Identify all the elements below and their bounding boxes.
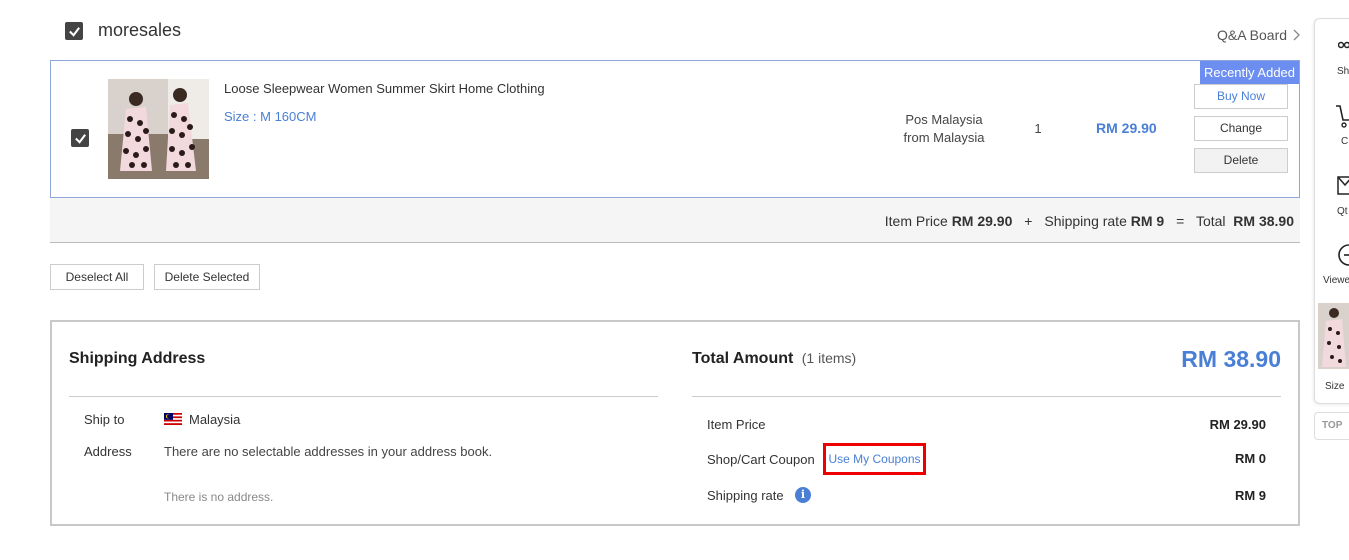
delete-selected-button[interactable]: Delete Selected	[154, 264, 260, 290]
summary-equals: =	[1176, 213, 1185, 229]
delete-button[interactable]: Delete	[1194, 148, 1288, 173]
malaysia-flag-icon	[164, 413, 182, 425]
item-price: RM 29.90	[1096, 120, 1157, 136]
address-label: Address	[84, 444, 132, 459]
shipping-method: Pos Malaysia from Malaysia	[884, 111, 1004, 147]
side-label-cart[interactable]: C	[1341, 136, 1348, 147]
shop-name: moresales	[98, 20, 182, 40]
product-image	[108, 79, 209, 179]
product-title[interactable]: Loose Sleepwear Women Summer Skirt Home …	[224, 81, 545, 96]
summary-total: RM 38.90	[1233, 213, 1294, 229]
item-price-value: RM 29.90	[1209, 417, 1266, 432]
side-label-share[interactable]: Sh	[1337, 66, 1349, 77]
divider	[69, 396, 658, 397]
summary-plus: +	[1024, 213, 1033, 229]
info-icon[interactable]: i	[795, 487, 811, 503]
no-address-note: There is no address.	[164, 490, 274, 504]
coupon-value: RM 0	[1234, 451, 1266, 466]
check-icon	[74, 133, 86, 144]
address-message: There are no selectable addresses in you…	[164, 444, 493, 459]
shipping-rate-value: RM 9	[1234, 488, 1266, 503]
cart-icon[interactable]	[1336, 104, 1349, 130]
shipping-carrier: Pos Malaysia	[905, 112, 983, 127]
buy-now-button[interactable]: Buy Now	[1194, 84, 1288, 109]
shipping-origin: from Malaysia	[903, 130, 985, 145]
coupon-label: Shop/Cart Coupon	[707, 452, 815, 467]
shipping-rate-label: Shipping rate	[707, 488, 784, 503]
summary-item-price: RM 29.90	[951, 213, 1013, 229]
history-icon[interactable]	[1337, 242, 1349, 268]
shipping-address-heading: Shipping Address	[69, 350, 206, 367]
total-amount-title: Total Amount	[692, 350, 794, 367]
chevron-right-icon	[1293, 29, 1300, 41]
share-icon[interactable]	[1338, 40, 1349, 50]
summary-total-label: Total	[1195, 213, 1226, 229]
qa-board-link[interactable]: Q&A Board	[1217, 27, 1300, 43]
ship-to-country: Malaysia	[189, 412, 241, 427]
product-image	[1318, 303, 1349, 369]
change-button[interactable]: Change	[1194, 116, 1288, 141]
summary-shipping-label: Shipping rate	[1044, 213, 1127, 229]
scroll-top-button[interactable]: TOP	[1314, 412, 1349, 440]
product-option: Size : M 160CM	[224, 109, 317, 124]
deselect-all-button[interactable]: Deselect All	[50, 264, 144, 290]
shop-checkbox[interactable]	[65, 22, 83, 40]
total-item-count: (1 items)	[801, 350, 857, 366]
side-label-viewed[interactable]: Viewe	[1323, 275, 1349, 286]
message-icon[interactable]	[1337, 176, 1349, 196]
side-label-qna[interactable]: Qt	[1337, 206, 1348, 217]
item-summary: Item Price RM 29.90 + Shipping rate RM 9…	[885, 213, 1294, 229]
use-my-coupons-button[interactable]: Use My Coupons	[823, 443, 926, 475]
side-label-size: Size	[1325, 381, 1345, 392]
qa-board-label: Q&A Board	[1217, 27, 1288, 43]
check-icon	[68, 26, 80, 37]
divider	[692, 396, 1281, 397]
item-price-label: Item Price	[707, 417, 766, 432]
grand-total: RM 38.90	[1181, 346, 1281, 372]
total-amount-heading: Total Amount (1 items)	[692, 350, 856, 368]
ship-to-label: Ship to	[84, 412, 125, 427]
recently-added-badge: Recently Added	[1200, 61, 1299, 84]
product-thumbnail[interactable]	[108, 79, 209, 179]
summary-shipping: RM 9	[1130, 213, 1165, 229]
viewed-product-thumbnail[interactable]	[1318, 303, 1349, 369]
summary-item-price-label: Item Price	[884, 213, 948, 229]
item-quantity: 1	[1034, 121, 1042, 136]
item-checkbox[interactable]	[71, 129, 89, 147]
